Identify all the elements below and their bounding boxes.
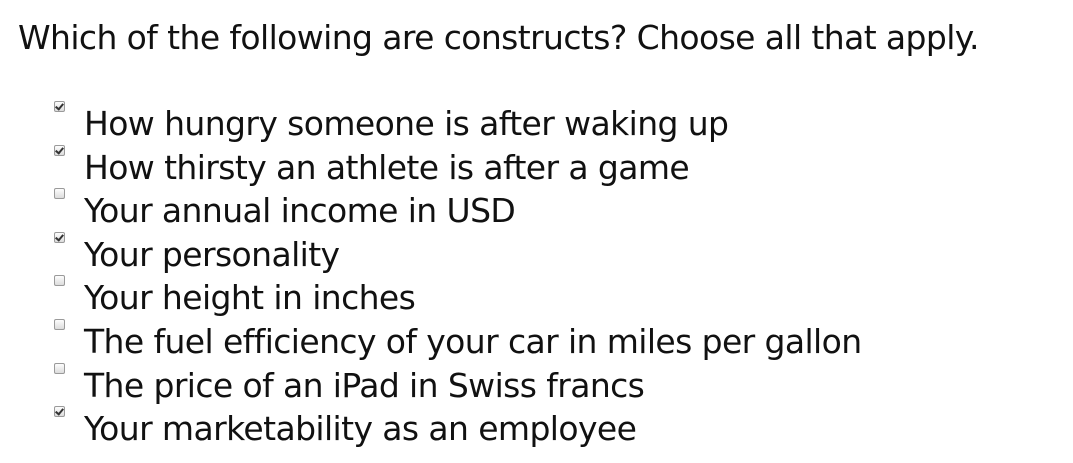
- option-label[interactable]: Your annual income in USD: [84, 189, 516, 232]
- option-label[interactable]: The price of an iPad in Swiss francs: [84, 364, 645, 407]
- option-item[interactable]: The fuel efficiency of your car in miles…: [54, 318, 862, 364]
- checkbox[interactable]: [54, 318, 65, 330]
- option-item[interactable]: Your marketability as an employee: [54, 406, 862, 451]
- checkbox[interactable]: [54, 275, 65, 287]
- option-item[interactable]: Your height in inches: [54, 275, 862, 320]
- option-label[interactable]: How thirsty an athlete is after a game: [84, 146, 690, 189]
- option-label[interactable]: Your personality: [84, 233, 340, 276]
- checkbox[interactable]: [54, 144, 65, 156]
- checkbox[interactable]: [54, 188, 65, 200]
- option-label[interactable]: Your marketability as an employee: [84, 407, 637, 450]
- option-item[interactable]: Your annual income in USD: [54, 188, 862, 233]
- checkbox[interactable]: [54, 406, 65, 418]
- checkbox[interactable]: [54, 101, 65, 112]
- option-label[interactable]: Your height in inches: [84, 276, 416, 319]
- checkbox[interactable]: [54, 362, 65, 374]
- checkbox[interactable]: [54, 231, 65, 243]
- question-text: Which of the following are constructs? C…: [18, 18, 980, 57]
- option-item[interactable]: The price of an iPad in Swiss francs: [54, 362, 862, 408]
- option-label[interactable]: The fuel efficiency of your car in miles…: [84, 320, 862, 363]
- option-label[interactable]: How hungry someone is after waking up: [84, 102, 729, 145]
- option-item[interactable]: How hungry someone is after waking up: [54, 101, 862, 146]
- options-list: How hungry someone is after waking up Ho…: [54, 101, 862, 451]
- option-item[interactable]: Your personality: [54, 231, 862, 277]
- option-item[interactable]: How thirsty an athlete is after a game: [54, 144, 862, 190]
